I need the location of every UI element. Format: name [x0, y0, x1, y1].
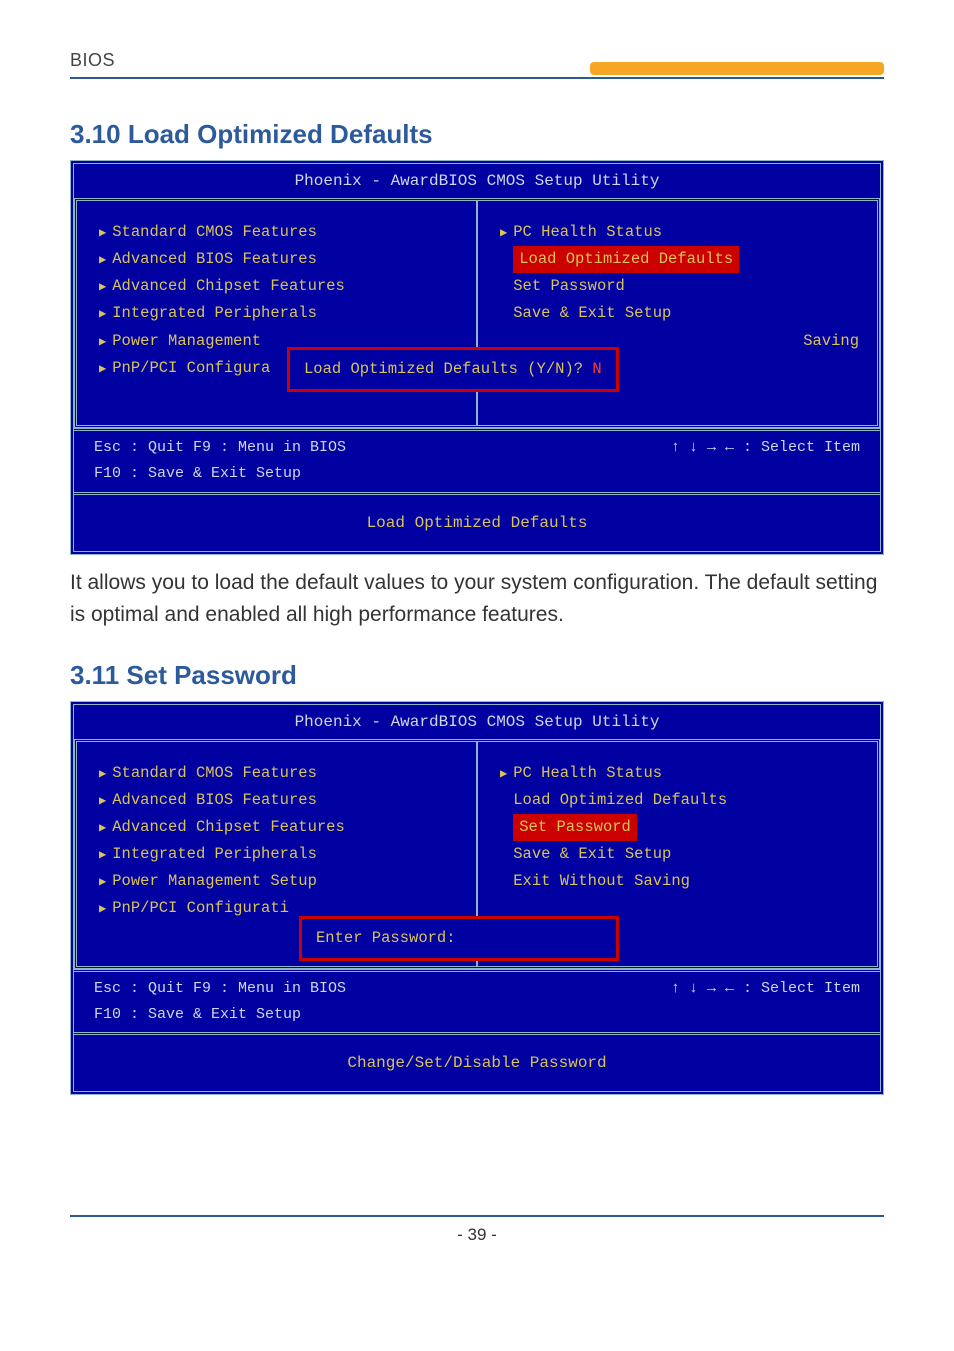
section-title-set-password: 3.11 Set Password	[70, 660, 884, 691]
header-underline	[70, 77, 884, 79]
menu-set-password[interactable]: ▶Set Password	[500, 814, 859, 841]
triangle-icon: ▶	[500, 226, 507, 240]
triangle-icon: ▶	[99, 226, 106, 240]
bios-key-hints: Esc : Quit F9 : Menu in BIOS F10 : Save …	[74, 428, 880, 492]
menu-save-exit[interactable]: ▶Save & Exit Setup	[500, 841, 859, 868]
menu-integrated-peripherals[interactable]: ▶Integrated Peripherals	[99, 841, 458, 868]
menu-load-optimized[interactable]: ▶Load Optimized Defaults	[500, 787, 859, 814]
menu-standard-cmos[interactable]: ▶Standard CMOS Features	[99, 760, 458, 787]
header-breadcrumb: BIOS	[70, 50, 590, 75]
menu-advanced-bios[interactable]: ▶Advanced BIOS Features	[99, 246, 458, 273]
triangle-icon: ▶	[500, 767, 507, 781]
triangle-icon: ▶	[99, 335, 106, 349]
menu-integrated-peripherals[interactable]: ▶Integrated Peripherals	[99, 300, 458, 327]
triangle-icon: ▶	[99, 875, 106, 889]
section-body-load-defaults: It allows you to load the default values…	[70, 567, 884, 632]
bios-item-description: Load Optimized Defaults	[74, 492, 880, 551]
bios-key-hints-left: Esc : Quit F9 : Menu in BIOS F10 : Save …	[94, 976, 346, 1029]
bios-screenshot-set-password: Phoenix - AwardBIOS CMOS Setup Utility ▶…	[70, 701, 884, 1096]
triangle-icon: ▶	[99, 902, 106, 916]
triangle-icon: ▶	[99, 848, 106, 862]
bios-key-hints-left: Esc : Quit F9 : Menu in BIOS F10 : Save …	[94, 435, 346, 488]
menu-standard-cmos[interactable]: ▶Standard CMOS Features	[99, 219, 458, 246]
triangle-icon: ▶	[99, 280, 106, 294]
bios-window-title: Phoenix - AwardBIOS CMOS Setup Utility	[74, 705, 880, 739]
page-header: BIOS	[70, 50, 884, 75]
menu-set-password[interactable]: ▶Set Password	[500, 273, 859, 300]
menu-advanced-chipset[interactable]: ▶Advanced Chipset Features	[99, 814, 458, 841]
triangle-icon: ▶	[99, 307, 106, 321]
menu-save-exit[interactable]: ▶Save & Exit Setup	[500, 300, 859, 327]
password-dialog[interactable]: Enter Password:	[299, 916, 619, 961]
bios-key-hints: Esc : Quit F9 : Menu in BIOS F10 : Save …	[74, 969, 880, 1033]
section-title-load-defaults: 3.10 Load Optimized Defaults	[70, 119, 884, 150]
bios-menu-area: ▶Standard CMOS Features ▶Advanced BIOS F…	[74, 198, 880, 428]
triangle-icon: ▶	[99, 362, 106, 376]
triangle-icon: ▶	[99, 794, 106, 808]
bios-screenshot-load-defaults: Phoenix - AwardBIOS CMOS Setup Utility ▶…	[70, 160, 884, 555]
menu-pc-health[interactable]: ▶PC Health Status	[500, 219, 859, 246]
bios-item-description: Change/Set/Disable Password	[74, 1032, 880, 1091]
menu-advanced-bios[interactable]: ▶Advanced BIOS Features	[99, 787, 458, 814]
menu-power-management[interactable]: ▶Power Management Setup	[99, 868, 458, 895]
triangle-icon: ▶	[99, 821, 106, 835]
bios-window-title: Phoenix - AwardBIOS CMOS Setup Utility	[74, 164, 880, 198]
page-number: - 39 -	[70, 1215, 884, 1245]
bios-key-hints-right: ↑ ↓ → ← : Select Item	[671, 435, 860, 488]
header-accent-bar	[590, 62, 884, 75]
menu-load-optimized[interactable]: ▶Load Optimized Defaults	[500, 246, 859, 273]
triangle-icon: ▶	[99, 253, 106, 267]
dialog-text: Enter Password:	[316, 929, 456, 947]
menu-exit-nosave[interactable]: ▶Exit Without Saving	[500, 868, 859, 895]
dialog-answer: N	[592, 360, 601, 378]
confirm-dialog[interactable]: Load Optimized Defaults (Y/N)? N	[287, 347, 619, 392]
triangle-icon: ▶	[99, 767, 106, 781]
menu-pc-health[interactable]: ▶PC Health Status	[500, 760, 859, 787]
dialog-text: Load Optimized Defaults (Y/N)?	[304, 360, 592, 378]
bios-menu-area: ▶Standard CMOS Features ▶Advanced BIOS F…	[74, 739, 880, 969]
bios-key-hints-right: ↑ ↓ → ← : Select Item	[671, 976, 860, 1029]
menu-advanced-chipset[interactable]: ▶Advanced Chipset Features	[99, 273, 458, 300]
